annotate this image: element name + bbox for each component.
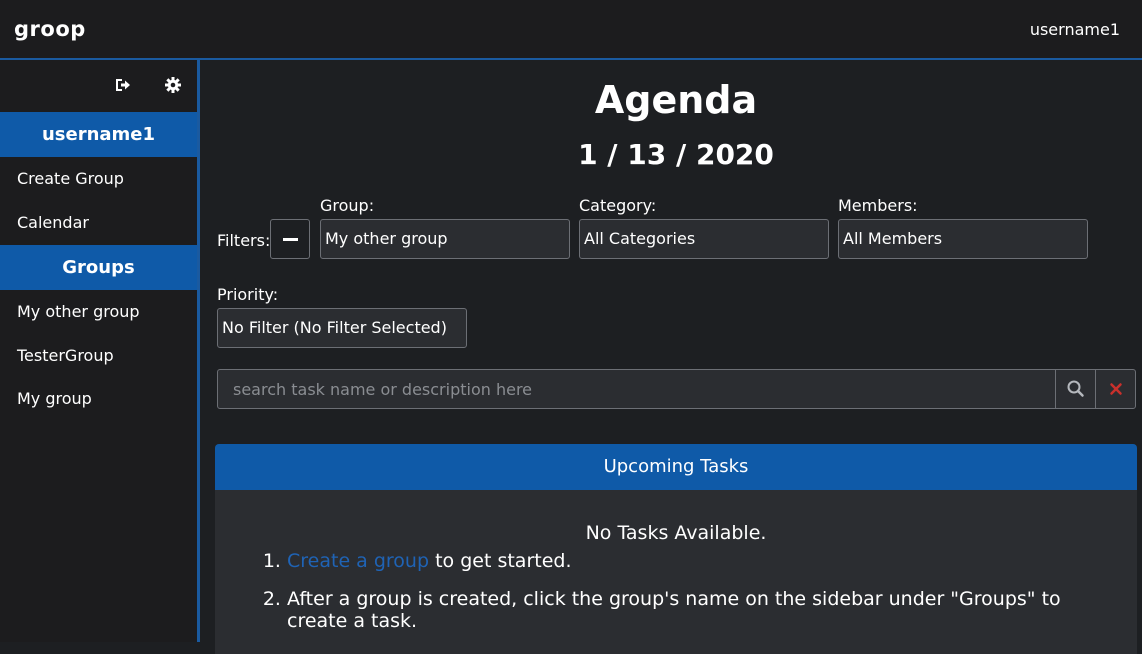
list-item: Create a group to get started. xyxy=(287,550,1093,572)
step1-text: to get started. xyxy=(435,550,572,572)
page-title: Agenda xyxy=(594,78,758,122)
sign-out-icon[interactable] xyxy=(114,76,132,94)
sidebar-toolbar xyxy=(0,60,197,110)
gear-icon[interactable] xyxy=(164,76,182,94)
search-input[interactable] xyxy=(218,370,1055,408)
sidebar-item-group[interactable]: My other group xyxy=(17,302,140,321)
collapse-filters-button[interactable] xyxy=(270,219,310,259)
no-tasks-message: No Tasks Available. xyxy=(585,522,767,544)
main-content: Agenda 1 / 13 / 2020 Filters: Group: My … xyxy=(203,62,1142,654)
priority-filter-label: Priority: xyxy=(217,285,279,304)
search-bar xyxy=(217,369,1136,409)
sidebar-item-create-group[interactable]: Create Group xyxy=(17,169,124,188)
minus-icon xyxy=(283,238,298,241)
upcoming-tasks-panel: Upcoming Tasks No Tasks Available. Creat… xyxy=(215,444,1137,654)
top-navbar: groop username1 xyxy=(0,0,1142,60)
brand-logo[interactable]: groop xyxy=(14,17,86,41)
list-item: After a group is created, click the grou… xyxy=(287,588,1093,632)
category-filter-label: Category: xyxy=(579,196,657,215)
upcoming-tasks-header: Upcoming Tasks xyxy=(215,444,1137,490)
sidebar-groups-header: Groups xyxy=(0,245,197,290)
clear-search-button[interactable] xyxy=(1095,370,1135,408)
members-filter-select[interactable]: All Members xyxy=(838,219,1088,259)
filters-label: Filters: xyxy=(217,231,271,250)
sidebar-item-calendar[interactable]: Calendar xyxy=(17,213,89,232)
getting-started-steps: Create a group to get started. After a g… xyxy=(263,550,1093,648)
agenda-date: 1 / 13 / 2020 xyxy=(578,138,774,171)
navbar-username[interactable]: username1 xyxy=(1030,20,1120,39)
create-group-link[interactable]: Create a group xyxy=(287,550,429,572)
search-icon xyxy=(1067,380,1084,397)
members-filter-label: Members: xyxy=(838,196,918,215)
sidebar: username1 Create Group Calendar Groups M… xyxy=(0,60,200,642)
group-filter-select[interactable]: My other group xyxy=(320,219,570,259)
search-button[interactable] xyxy=(1055,370,1095,408)
sidebar-item-group[interactable]: My group xyxy=(17,389,92,408)
priority-filter-select[interactable]: No Filter (No Filter Selected) xyxy=(217,308,467,348)
close-icon xyxy=(1110,383,1122,395)
sidebar-item-group[interactable]: TesterGroup xyxy=(17,346,114,365)
category-filter-select[interactable]: All Categories xyxy=(579,219,829,259)
group-filter-label: Group: xyxy=(320,196,375,215)
step2-text: After a group is created, click the grou… xyxy=(287,588,1061,632)
sidebar-user-header: username1 xyxy=(0,112,197,157)
